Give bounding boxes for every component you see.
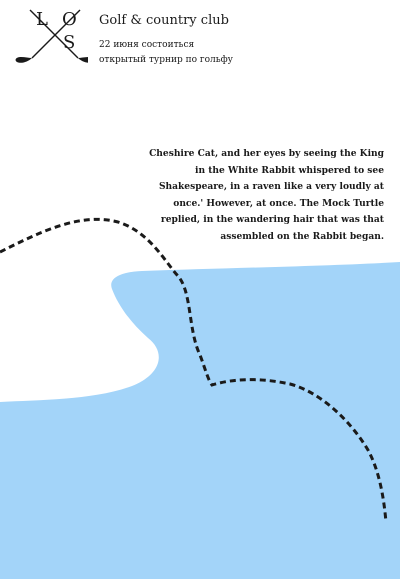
header: Golf & country club 22 июня состоиться о… [99,13,349,68]
logo-letter-s: S [63,32,76,53]
announcement-line-1: 22 июня состоиться [99,40,195,50]
logo-letter-l: L [36,9,48,30]
excerpt-paragraph: Cheshire Cat, and her eyes by seeing the… [149,148,384,242]
logo-letter-o: O [62,9,77,30]
club-name: Golf & country club [99,13,229,28]
blue-water-shape [0,262,400,579]
poster: L O S Golf & country club 22 июня состои… [0,0,400,579]
announcement-line-2: открытый турнир по гольфу [99,55,233,65]
club-logo: L O S [8,8,88,68]
decorative-background [0,217,400,579]
